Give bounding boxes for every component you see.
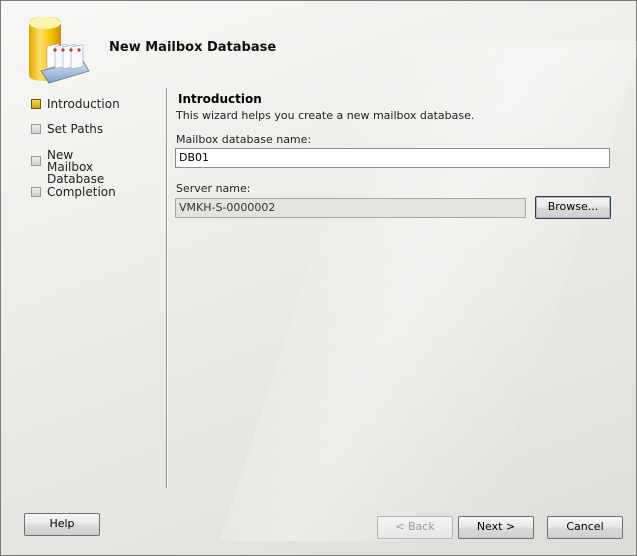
db-name-label: Mailbox database name: — [176, 133, 312, 146]
step-label: Set Paths — [47, 122, 104, 136]
step-label: Completion — [47, 185, 116, 199]
server-name-label: Server name: — [176, 182, 251, 195]
wizard-window: New Mailbox Database Introduction Set Pa… — [0, 0, 637, 556]
active-step-marker-icon — [31, 99, 41, 109]
db-name-input[interactable]: DB01 — [175, 148, 610, 168]
panel-divider — [166, 88, 168, 488]
server-name-field: VMKH-S-0000002 — [175, 198, 526, 218]
step-label: Introduction — [47, 97, 120, 111]
cancel-button[interactable]: Cancel — [547, 516, 623, 539]
step-marker-icon — [31, 187, 41, 197]
step-marker-icon — [31, 156, 41, 166]
help-button[interactable]: Help — [24, 513, 100, 536]
wizard-title: New Mailbox Database — [109, 40, 277, 55]
section-title: Introduction — [178, 92, 262, 106]
next-button[interactable]: Next > — [458, 516, 534, 539]
mailbox-database-icon — [29, 17, 90, 84]
step-marker-icon — [31, 124, 41, 134]
step-label: New Mailbox Database — [47, 148, 105, 186]
browse-button[interactable]: Browse... — [535, 196, 611, 219]
back-button[interactable]: < Back — [377, 516, 453, 539]
section-description: This wizard helps you create a new mailb… — [176, 109, 475, 122]
